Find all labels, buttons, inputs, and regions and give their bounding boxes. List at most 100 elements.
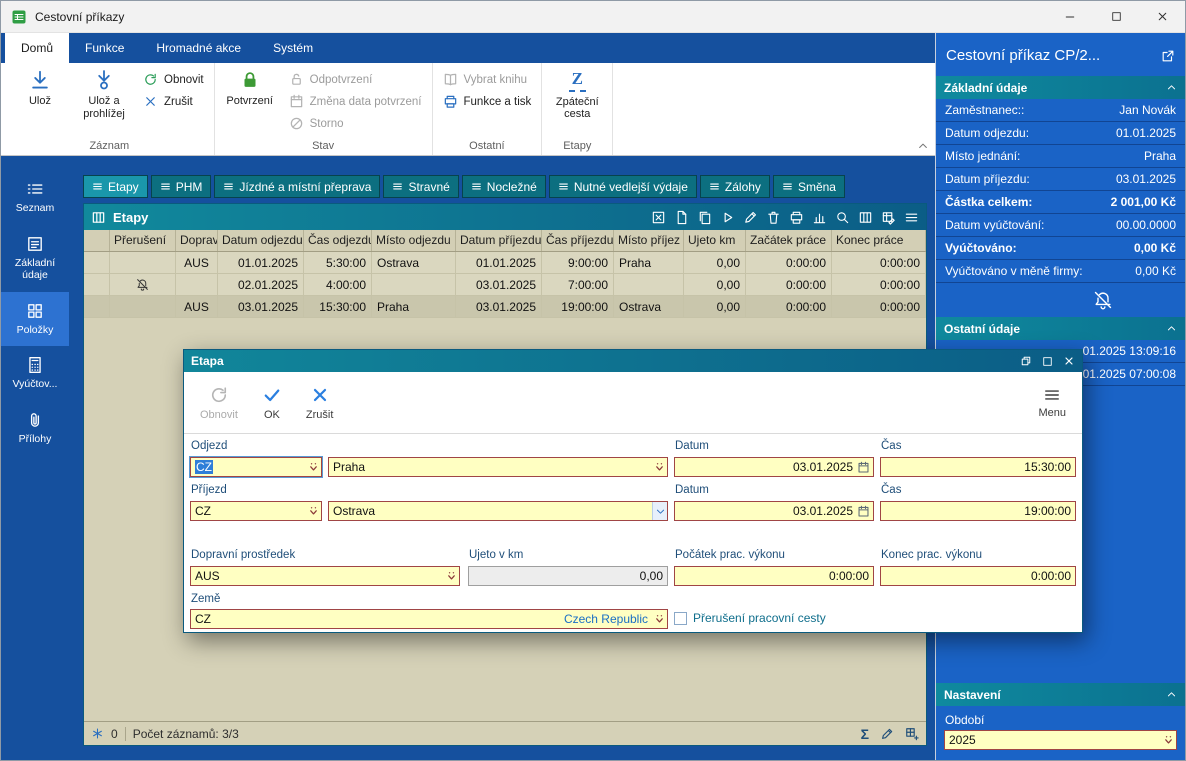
column-header-misto-prijez[interactable]: Místo příjez — [614, 230, 684, 251]
storno-button[interactable]: Storno — [289, 116, 422, 131]
dialog-dock-icon[interactable] — [1020, 355, 1032, 367]
obnovit-button[interactable]: Obnovit — [143, 72, 204, 87]
dopravni-combobox[interactable]: AUS — [190, 566, 460, 586]
sidebar-item-vyuctov[interactable]: Vyúčtov... — [1, 346, 69, 401]
ribbon-collapse-icon[interactable] — [917, 140, 929, 152]
grid-toolbar-table-edit-icon[interactable] — [881, 210, 896, 225]
ribbon-tab-hromadne-akce[interactable]: Hromadné akce — [140, 33, 257, 63]
tab-nutne-vedlejsi-vydaje[interactable]: Nutné vedlejší výdaje — [548, 175, 697, 198]
edit-record-icon[interactable] — [880, 727, 894, 741]
table-row[interactable]: AUS 03.01.2025 15:30:00 Praha 03.01.2025 19:0… — [84, 296, 926, 318]
cancel-button[interactable]: Zrušit — [306, 385, 333, 421]
obdobi-combobox[interactable]: 2025 — [944, 730, 1177, 750]
uloz-a-prohlizej-button[interactable]: Ulož a prohlížej — [72, 63, 136, 120]
sidebar-item-polozky[interactable]: Položky — [1, 291, 69, 347]
dialog-close-icon[interactable] — [1063, 355, 1075, 367]
collapse-section-icon[interactable] — [1166, 323, 1177, 334]
column-header-zacatek-prace[interactable]: Začátek práce — [746, 230, 832, 251]
minimize-button[interactable] — [1047, 1, 1093, 32]
sidebar-item-prilohy[interactable]: Přílohy — [1, 401, 69, 456]
table-row[interactable]: 02.01.2025 4:00:00 03.01.2025 7:00:00 0,00 0:… — [84, 274, 926, 296]
pocatek-field[interactable]: 0:00:00 — [674, 566, 874, 586]
filter-icon[interactable] — [91, 727, 104, 740]
dropdown-icon[interactable] — [306, 458, 321, 476]
column-header-misto-odjezdu[interactable]: Místo odjezdu — [372, 230, 456, 251]
konec-field[interactable]: 0:00:00 — [880, 566, 1076, 586]
section-header-nastaveni[interactable]: Nastavení — [936, 683, 1185, 706]
dialog-maximize-icon[interactable] — [1042, 356, 1053, 367]
calendar-icon[interactable] — [857, 505, 873, 518]
odjezd-place-combobox[interactable]: Praha — [328, 457, 668, 477]
combo-arrow-icon[interactable] — [652, 502, 667, 520]
dropdown-icon[interactable] — [306, 502, 321, 520]
tab-phm[interactable]: PHM — [150, 175, 212, 198]
prijezd-country-combobox[interactable]: CZ — [190, 501, 322, 521]
potvrzeni-button[interactable]: Potvrzení — [218, 63, 282, 108]
grid-toolbar-columns-icon[interactable] — [858, 210, 873, 225]
grid-toolbar-chart-icon[interactable] — [812, 210, 827, 225]
grid-toolbar-printer-icon[interactable] — [789, 210, 804, 225]
edit-columns-icon[interactable] — [905, 727, 919, 741]
table-row[interactable]: AUS 01.01.2025 5:30:00 Ostrava 01.01.2025 9:0… — [84, 252, 926, 274]
zpatecni-cesta-button[interactable]: Z Zpáteční cesta — [545, 63, 609, 121]
collapse-section-icon[interactable] — [1166, 689, 1177, 700]
dropdown-icon[interactable] — [444, 567, 459, 585]
prijezd-place-combobox[interactable]: Ostrava — [328, 501, 668, 521]
sidebar-item-seznam[interactable]: Seznam — [1, 170, 69, 225]
tab-etapy[interactable]: Etapy — [83, 175, 148, 198]
checkbox-box[interactable] — [674, 611, 687, 625]
sum-icon[interactable]: Σ — [861, 726, 869, 742]
prijezd-cas-field[interactable]: 19:00:00 — [880, 501, 1076, 521]
open-record-icon[interactable] — [1161, 49, 1175, 63]
ok-button[interactable]: OK — [262, 385, 282, 421]
close-button[interactable] — [1139, 1, 1185, 32]
column-header-ujeto-km[interactable]: Ujeto km — [684, 230, 746, 251]
dropdown-icon[interactable] — [652, 458, 667, 476]
tab-noclezne[interactable]: Nocležné — [461, 175, 546, 198]
dropdown-icon[interactable] — [1161, 731, 1176, 749]
section-header-zakladni-udaje[interactable]: Základní údaje — [936, 76, 1185, 99]
column-header-konec-prace[interactable]: Konec práce — [832, 230, 926, 251]
odjezd-country-combobox[interactable]: CZ — [189, 456, 323, 478]
section-header-ostatni-udaje[interactable]: Ostatní údaje — [936, 317, 1185, 340]
column-header-datum-prijezdu[interactable]: Datum příjezdu — [456, 230, 542, 251]
tab-zalohy[interactable]: Zálohy — [699, 175, 770, 198]
grid-toolbar-menu-icon[interactable] — [904, 210, 919, 225]
dropdown-icon[interactable] — [652, 610, 667, 628]
uloz-button[interactable]: Ulož — [8, 63, 72, 108]
ribbon-tab-domu[interactable]: Domů — [5, 33, 70, 63]
preruseni-checkbox[interactable]: Přerušení pracovní cesty — [674, 611, 826, 625]
sidebar-item-zakladni-udaje[interactable]: Základní údaje — [1, 225, 69, 292]
menu-button[interactable]: Menu — [1038, 386, 1066, 419]
tab-stravne[interactable]: Stravné — [383, 175, 459, 198]
grid-toolbar-play-icon[interactable] — [720, 210, 735, 225]
tab-smena[interactable]: Směna — [772, 175, 845, 198]
funkce-a-tisk-button[interactable]: Funkce a tisk — [443, 94, 531, 109]
collapse-section-icon[interactable] — [1166, 82, 1177, 93]
column-header-cas-prijezdu[interactable]: Čas příjezdu — [542, 230, 614, 251]
refresh-button[interactable]: Obnovit — [200, 385, 238, 421]
grid-toolbar-pencil-icon[interactable] — [743, 210, 758, 225]
odjezd-cas-field[interactable]: 15:30:00 — [880, 457, 1076, 477]
grid-toolbar-doc-copy-icon[interactable] — [697, 210, 712, 225]
column-header-cas-odjezdu[interactable]: Čas odjezdu — [304, 230, 372, 251]
maximize-button[interactable] — [1093, 1, 1139, 32]
odpotvrzeni-button[interactable]: Odpotvrzení — [289, 72, 422, 87]
zrusit-button[interactable]: Zrušit — [143, 94, 204, 109]
column-header-preruseni[interactable]: Přerušení — [110, 230, 176, 251]
ribbon-tab-system[interactable]: Systém — [257, 33, 329, 63]
dialog-titlebar[interactable]: Etapa — [184, 350, 1082, 372]
grid-toolbar-preview-icon[interactable] — [835, 210, 850, 225]
zmena-data-potvrzeni-button[interactable]: Změna data potvrzení — [289, 94, 422, 109]
vybrat-knihu-button[interactable]: Vybrat knihu — [443, 72, 532, 87]
prijezd-datum-field[interactable]: 03.01.2025 — [674, 501, 874, 521]
calendar-icon[interactable] — [857, 461, 873, 474]
tab-jizdne-a-mistni-preprava[interactable]: Jízdné a místní přeprava — [214, 175, 381, 198]
column-header-doprav[interactable]: Doprav — [176, 230, 218, 251]
column-header-datum-odjezdu[interactable]: Datum odjezdu — [218, 230, 304, 251]
grid-toolbar-trash-icon[interactable] — [766, 210, 781, 225]
odjezd-datum-field[interactable]: 03.01.2025 — [674, 457, 874, 477]
zeme-combobox[interactable]: CZ Czech Republic — [190, 609, 668, 629]
ribbon-tab-funkce[interactable]: Funkce — [69, 33, 140, 63]
grid-toolbar-doc-new-icon[interactable] — [674, 210, 689, 225]
